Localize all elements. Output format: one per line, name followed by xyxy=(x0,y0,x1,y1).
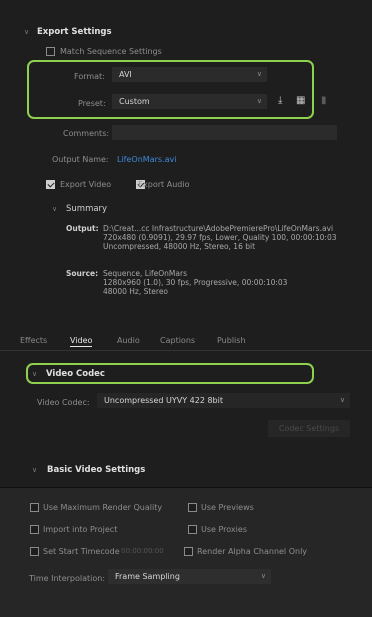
chevron-down-icon: ∨ xyxy=(256,97,262,105)
start-timecode-label: Set Start Timecode xyxy=(43,547,120,556)
codec-settings-button[interactable]: Codec Settings xyxy=(268,420,350,437)
match-sequence-label: Match Sequence Settings xyxy=(60,47,162,56)
use-proxies-checkbox[interactable] xyxy=(188,525,197,534)
summary-header[interactable]: Summary xyxy=(66,204,107,214)
collapse-chevron-icon[interactable]: ∨ xyxy=(24,28,29,36)
export-audio-label: Export Audio xyxy=(138,180,190,189)
tab-video[interactable]: Video xyxy=(70,336,93,347)
use-proxies-label: Use Proxies xyxy=(201,525,247,534)
summary-source-line: 1280x960 (1.0), 30 fps, Progressive, 00:… xyxy=(103,278,288,287)
preset-dropdown[interactable]: Custom ∨ xyxy=(112,94,267,109)
save-preset-icon[interactable]: ⤓ xyxy=(278,95,282,106)
summary-output-text: D:\Creat...cc Infrastructure\AdobePremie… xyxy=(103,224,365,251)
video-codec-label: Video Codec: xyxy=(37,398,90,407)
summary-output-line: Uncompressed, 48000 Hz, Stereo, 16 bit xyxy=(103,242,256,251)
summary-output-line: 720x480 (0.9091), 29.97 fps, Lower, Qual… xyxy=(103,233,337,242)
output-name-label: Output Name: xyxy=(52,155,109,164)
time-interpolation-value: Frame Sampling xyxy=(115,572,180,581)
chevron-down-icon: ∨ xyxy=(260,572,266,580)
export-video-label: Export Video xyxy=(60,180,112,189)
chevron-down-icon: ∨ xyxy=(256,70,262,78)
video-codec-chevron-icon[interactable]: ∨ xyxy=(32,370,37,378)
summary-source-line: 48000 Hz, Stereo xyxy=(103,287,169,296)
export-video-checkbox[interactable] xyxy=(46,180,55,189)
comments-input[interactable] xyxy=(112,125,337,140)
export-settings-header[interactable]: Export Settings xyxy=(37,27,112,37)
render-alpha-label: Render Alpha Channel Only xyxy=(197,547,308,556)
preset-label: Preset: xyxy=(78,99,106,108)
tab-captions[interactable]: Captions xyxy=(160,336,195,345)
format-value: AVI xyxy=(119,70,132,79)
basic-video-header[interactable]: Basic Video Settings xyxy=(47,465,145,475)
format-label: Format: xyxy=(74,72,105,81)
summary-chevron-icon[interactable]: ∨ xyxy=(52,205,57,213)
summary-source-line: Sequence, LifeOnMars xyxy=(103,269,187,278)
use-previews-label: Use Previews xyxy=(201,503,254,512)
render-alpha-checkbox[interactable] xyxy=(184,547,193,556)
format-dropdown[interactable]: AVI ∨ xyxy=(112,67,267,82)
output-name-link[interactable]: LifeOnMars.avi xyxy=(117,155,176,164)
summary-output-line: D:\Creat...cc Infrastructure\AdobePremie… xyxy=(103,224,334,233)
tab-publish[interactable]: Publish xyxy=(217,336,246,345)
comments-label: Comments: xyxy=(63,129,110,138)
max-render-quality-checkbox[interactable] xyxy=(30,503,39,512)
tab-divider xyxy=(0,350,372,351)
basic-video-chevron-icon[interactable]: ∨ xyxy=(32,466,37,474)
tab-audio[interactable]: Audio xyxy=(117,336,140,345)
delete-preset-icon[interactable]: ▮ xyxy=(321,95,327,106)
summary-output-key: Output: xyxy=(66,224,99,233)
time-interpolation-label: Time Interpolation: xyxy=(29,574,106,583)
use-previews-checkbox[interactable] xyxy=(188,503,197,512)
video-codec-header[interactable]: Video Codec xyxy=(46,369,105,379)
import-project-checkbox[interactable] xyxy=(30,525,39,534)
summary-source-key: Source: xyxy=(66,269,99,278)
start-timecode-checkbox[interactable] xyxy=(30,547,39,556)
preset-value: Custom xyxy=(119,97,150,106)
video-codec-value: Uncompressed UYVY 422 8bit xyxy=(104,396,223,405)
match-sequence-checkbox[interactable] xyxy=(46,47,55,56)
start-timecode-value[interactable]: 00:00:00:00 xyxy=(121,547,164,555)
max-render-quality-label: Use Maximum Render Quality xyxy=(43,503,163,512)
summary-source-text: Sequence, LifeOnMars 1280x960 (1.0), 30 … xyxy=(103,269,365,296)
time-interpolation-dropdown[interactable]: Frame Sampling ∨ xyxy=(108,569,271,584)
video-codec-dropdown[interactable]: Uncompressed UYVY 422 8bit ∨ xyxy=(97,393,350,408)
import-preset-icon[interactable]: ▦ xyxy=(296,95,305,106)
chevron-down-icon: ∨ xyxy=(339,396,345,404)
import-project-label: Import into Project xyxy=(43,525,118,534)
tab-effects[interactable]: Effects xyxy=(20,336,47,345)
